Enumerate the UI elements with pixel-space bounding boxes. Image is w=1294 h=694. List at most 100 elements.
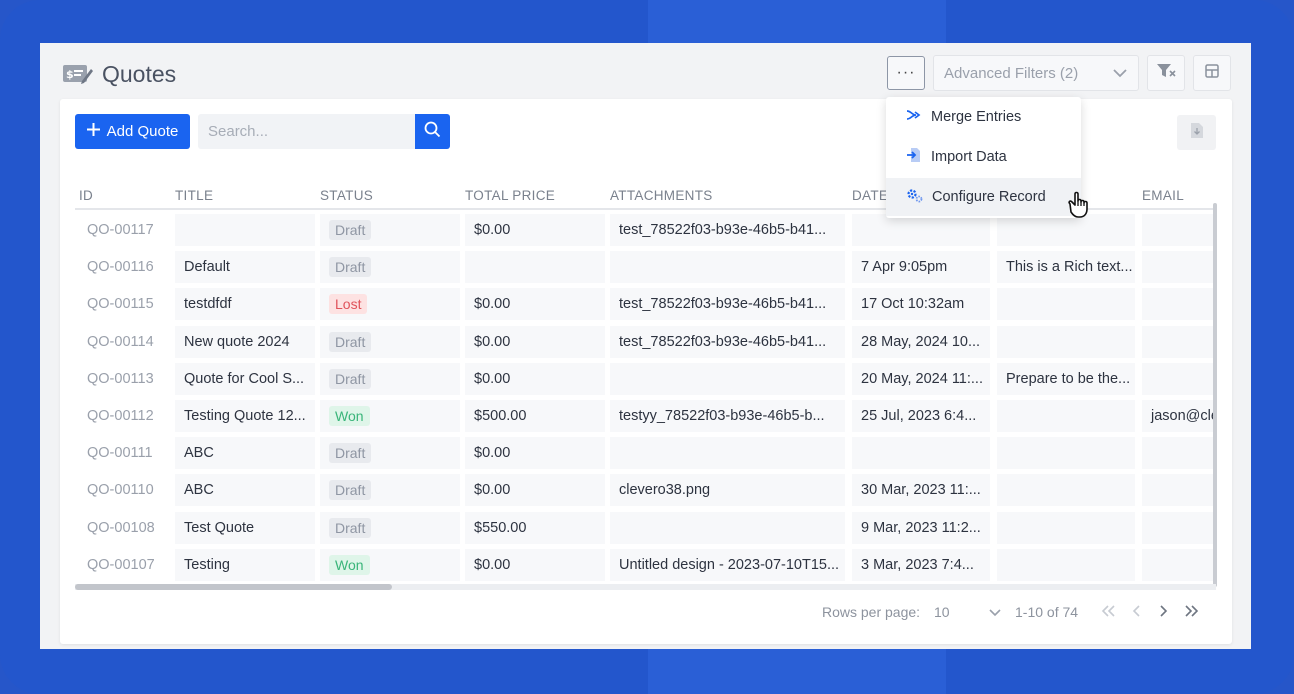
download-file-icon: [1190, 122, 1204, 144]
cell-id: QO-00116: [87, 259, 154, 276]
cell-date: 17 Oct 10:32am: [852, 288, 990, 321]
table-row[interactable]: QO-00108 Test Quote Draft $550.00 9 Mar, 202…: [75, 510, 1216, 547]
cell-attachment: [610, 362, 845, 395]
cell-date: 3 Mar, 2023 7:4...: [852, 548, 990, 581]
table-row[interactable]: QO-00111 ABC Draft $0.00: [75, 435, 1216, 472]
cell-email: [1142, 288, 1216, 321]
cell-description: [997, 437, 1135, 470]
cell-date: 9 Mar, 2023 11:2...: [852, 511, 990, 544]
table-row[interactable]: QO-00115 testdfdf Lost $0.00 test_78522f03-b…: [75, 286, 1216, 323]
add-quote-button[interactable]: Add Quote: [75, 114, 190, 149]
cell-status: Draft: [320, 214, 460, 246]
gears-icon: [906, 188, 923, 207]
cell-description: [997, 400, 1135, 432]
cell-description: Prepare to be the...: [997, 362, 1135, 395]
column-header-email[interactable]: EMAIL: [1142, 188, 1184, 203]
column-header-title[interactable]: TITLE: [175, 188, 213, 203]
grid-icon: [1204, 63, 1220, 84]
cell-attachment: testyy_78522f03-b93e-46b5-b...: [610, 400, 845, 432]
cell-id: QO-00111: [87, 445, 153, 462]
cell-total-price: $0.00: [465, 437, 605, 470]
columns-button[interactable]: [1193, 55, 1231, 91]
cell-id: QO-00110: [87, 482, 154, 499]
cell-description: This is a Rich text...: [997, 251, 1135, 284]
cell-total-price: $500.00: [465, 400, 605, 432]
vertical-scrollbar[interactable]: [1213, 203, 1217, 587]
table-row[interactable]: QO-00116 Default Draft 7 Apr 9:05pm This is …: [75, 249, 1216, 286]
filter-button[interactable]: [1147, 55, 1185, 91]
table-row[interactable]: QO-00114 New quote 2024 Draft $0.00 test_785…: [75, 324, 1216, 361]
last-page-icon[interactable]: [1184, 604, 1200, 621]
cell-email: [1142, 362, 1216, 395]
table-row[interactable]: QO-00110 ABC Draft $0.00 clevero38.png 30 Mar…: [75, 472, 1216, 509]
previous-page-icon[interactable]: [1132, 604, 1142, 621]
column-header-id[interactable]: ID: [79, 188, 93, 203]
import-icon: [906, 147, 922, 167]
cell-title: Default: [175, 251, 315, 284]
cell-id: QO-00107: [87, 556, 155, 573]
cell-status: Lost: [320, 288, 460, 321]
first-page-icon[interactable]: [1100, 604, 1116, 621]
cell-id: QO-00112: [87, 408, 154, 424]
rows-per-page-value: 10: [934, 604, 950, 620]
column-header-total-price[interactable]: TOTAL PRICE: [465, 188, 555, 203]
export-button[interactable]: [1177, 115, 1216, 150]
plus-icon: [86, 123, 100, 140]
cell-status: Draft: [320, 362, 460, 395]
menu-item-merge-entries[interactable]: Merge Entries: [886, 98, 1081, 136]
menu-item-import-data[interactable]: Import Data: [886, 138, 1081, 176]
status-badge: Draft: [329, 257, 372, 278]
cell-title: [175, 214, 315, 246]
table-row[interactable]: QO-00113 Quote for Cool S... Draft $0.00 20 …: [75, 361, 1216, 398]
cell-date: 25 Jul, 2023 6:4...: [852, 400, 990, 432]
cell-title: Quote for Cool S...: [175, 362, 315, 395]
cell-email: [1142, 251, 1216, 284]
status-badge: Draft: [329, 220, 372, 240]
cell-status: Draft: [320, 251, 460, 284]
cell-title: Testing: [175, 548, 315, 581]
cell-total-price: $0.00: [465, 288, 605, 321]
column-header-status[interactable]: STATUS: [320, 188, 373, 203]
cell-date: 20 May, 2024 11:...: [852, 362, 990, 395]
cell-total-price: $0.00: [465, 325, 605, 358]
horizontal-scrollbar-thumb[interactable]: [75, 584, 392, 590]
cell-attachment: Untitled design - 2023-07-10T15...: [610, 548, 845, 581]
chevron-down-icon: [1112, 65, 1128, 82]
menu-item-label: Import Data: [931, 149, 1007, 165]
cell-description: [997, 288, 1135, 321]
cell-title: ABC: [175, 474, 315, 507]
page-range: 1-10 of 74: [1015, 604, 1079, 620]
table-row[interactable]: QO-00112 Testing Quote 12... Won $500.00 tes…: [75, 398, 1216, 435]
cell-date: 28 May, 2024 10...: [852, 325, 990, 358]
page-navigation: [1100, 602, 1200, 622]
cell-email: jason@clev: [1142, 400, 1216, 432]
search-icon: [424, 121, 441, 143]
svg-text:$: $: [66, 68, 74, 81]
status-badge: Draft: [329, 480, 372, 501]
cell-title: Test Quote: [175, 511, 315, 544]
cell-status: Draft: [320, 474, 460, 507]
cell-total-price: $0.00: [465, 362, 605, 395]
search-input[interactable]: [198, 114, 416, 149]
column-header-date[interactable]: DATE: [852, 188, 888, 203]
cell-attachment: test_78522f03-b93e-46b5-b41...: [610, 288, 845, 321]
cell-attachment: test_78522f03-b93e-46b5-b41...: [610, 325, 845, 358]
rows-per-page-select[interactable]: 10: [934, 602, 1002, 622]
advanced-filters-select[interactable]: Advanced Filters (2): [933, 55, 1139, 91]
next-page-icon[interactable]: [1158, 604, 1168, 621]
menu-item-configure-record[interactable]: Configure Record: [886, 178, 1081, 216]
cell-total-price: $0.00: [465, 474, 605, 507]
page-header: $ Quotes: [62, 59, 176, 89]
cell-date: 30 Mar, 2023 11:...: [852, 474, 990, 507]
cell-attachment: [610, 437, 845, 470]
menu-item-label: Merge Entries: [931, 109, 1022, 125]
quote-icon: $: [62, 63, 94, 85]
menu-item-label: Configure Record: [932, 189, 1046, 205]
search-button[interactable]: [415, 114, 450, 149]
table-row[interactable]: QO-00107 Testing Won $0.00 Untitled design -…: [75, 547, 1216, 582]
more-options-menu: Merge Entries Import Data Configure Reco…: [886, 97, 1081, 218]
more-options-button[interactable]: ···: [887, 56, 925, 90]
column-header-attachments[interactable]: ATTACHMENTS: [610, 188, 713, 203]
cell-status: Draft: [320, 511, 460, 544]
add-quote-label: Add Quote: [106, 123, 179, 140]
